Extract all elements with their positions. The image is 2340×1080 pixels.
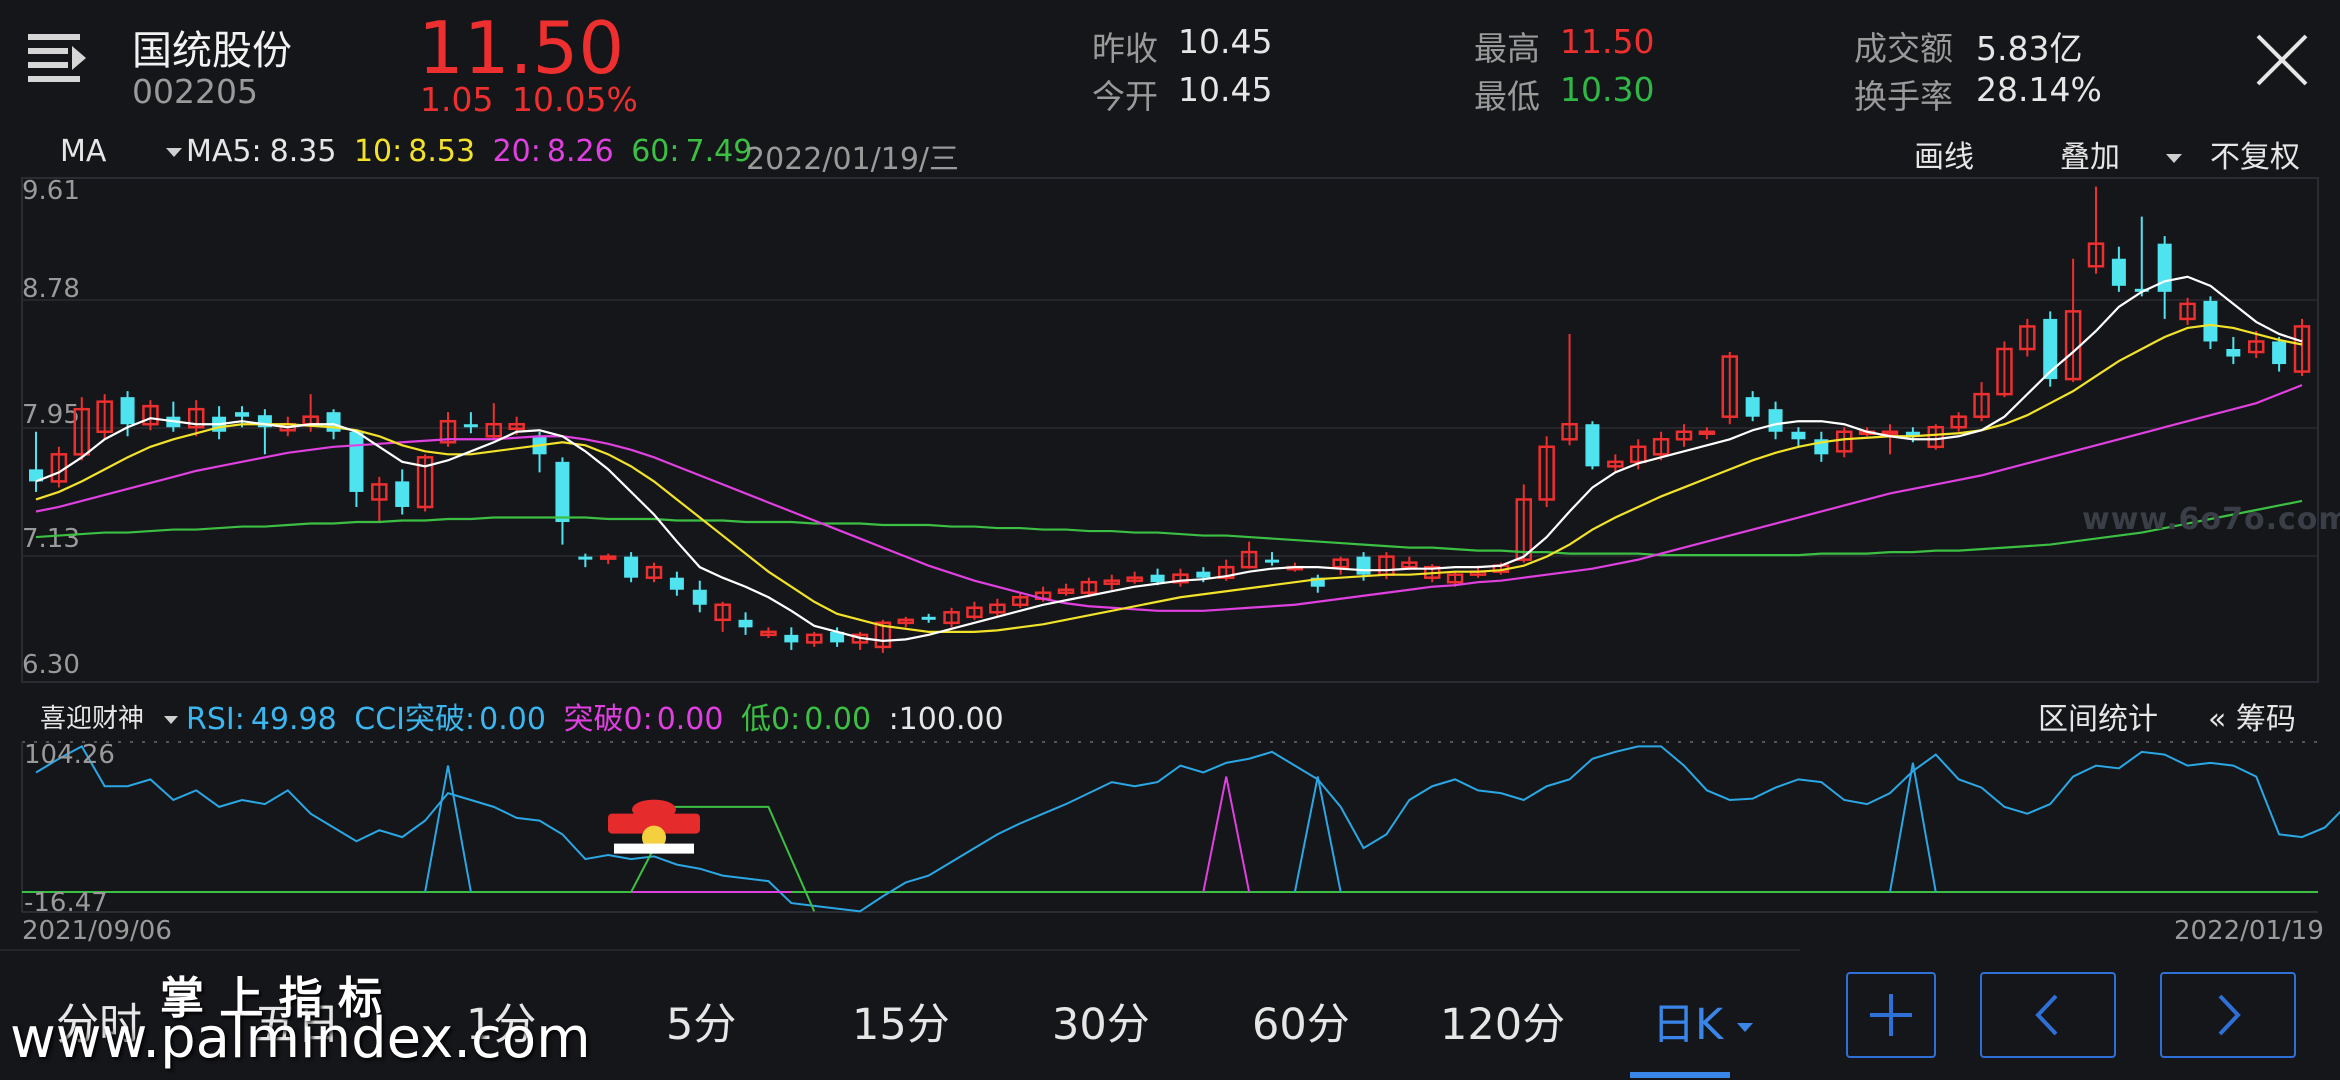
chevron-down-icon <box>1736 1023 1753 1032</box>
ma60-line <box>35 499 2303 557</box>
overlay-url: www.palmindex.com <box>10 1006 591 1071</box>
candle-body <box>1698 430 1716 436</box>
tab-120min[interactable]: 120分 <box>1440 990 1565 1052</box>
candle-body <box>395 481 410 507</box>
rsi-value: 49.98 <box>250 702 337 737</box>
candle-body <box>2203 300 2218 342</box>
tab-daily-label: 日K <box>1652 1000 1724 1050</box>
cci-value: 0.00 <box>479 702 546 737</box>
prev-button[interactable] <box>1980 972 2116 1058</box>
extra-value: :100.00 <box>888 702 1004 737</box>
candle-body <box>624 556 639 578</box>
candle-body <box>738 619 753 628</box>
candle-body <box>1745 397 1760 417</box>
candle-body <box>669 577 684 590</box>
chevron-right-icon <box>2218 994 2241 1036</box>
tab-30min[interactable]: 30分 <box>1052 990 1150 1052</box>
cci-label: CCI突破: <box>354 702 476 737</box>
candle-body <box>1196 571 1211 578</box>
add-button[interactable] <box>1846 972 1936 1058</box>
candle-body <box>2111 258 2126 286</box>
mascot-base <box>614 843 694 854</box>
candle-body <box>1356 556 1371 575</box>
candle-body <box>2226 349 2241 357</box>
chips-button[interactable]: « 筹码 <box>2208 694 2296 738</box>
chevron-left-icon <box>2035 994 2058 1036</box>
cci-spike <box>1889 762 1937 893</box>
candle-body <box>1791 431 1806 440</box>
watermark: www.6o7o.com <box>2082 502 2340 537</box>
sub-indicator-select[interactable]: 喜迎财神 <box>40 698 179 735</box>
sub-indicator-name: 喜迎财神 <box>40 704 145 734</box>
candlestick-chart[interactable] <box>0 0 2340 1080</box>
next-button[interactable] <box>2160 972 2296 1058</box>
tab-daily[interactable]: 日K <box>1652 990 1753 1052</box>
chevron-down-icon <box>164 715 179 724</box>
candle-body <box>1881 430 1899 436</box>
candle-body <box>692 589 707 605</box>
indicator-axis-max: 104.26 <box>24 740 115 770</box>
mascot-hat <box>632 799 676 820</box>
candle-body <box>235 412 249 417</box>
sub-indicator-values: RSI: 49.98 CCI突破: 0.00 突破0: 0.00 低0: 0.00 :1… <box>186 694 1004 738</box>
ma20-line <box>35 384 2303 612</box>
candle-body <box>1585 424 1600 467</box>
break-value: 0.00 <box>656 702 724 737</box>
candle-body <box>555 461 570 523</box>
candle-body <box>2043 318 2058 380</box>
candle-body <box>578 556 593 560</box>
candle-body <box>1768 409 1783 432</box>
active-tab-indicator <box>1630 1072 1730 1078</box>
candle-body <box>463 424 478 428</box>
tab-60min[interactable]: 60分 <box>1252 990 1350 1052</box>
range-stats-button[interactable]: 区间统计 <box>2038 694 2158 738</box>
candle-body <box>599 555 617 560</box>
candle-body <box>2272 341 2287 365</box>
rsi-label: RSI: <box>186 702 245 737</box>
ma5-line <box>35 275 2303 642</box>
indicator-axis-min: -16.47 <box>24 888 108 918</box>
start-date: 2021/09/06 <box>22 916 172 946</box>
cci-spike <box>424 765 472 893</box>
candle-body <box>120 397 135 425</box>
break-spike <box>1202 776 1251 893</box>
break-label: 突破0: <box>563 702 653 737</box>
candle-body <box>1150 574 1165 583</box>
double-chevron-left-icon: « <box>2208 702 2227 737</box>
candle-body <box>921 616 936 620</box>
plus-icon <box>1870 994 1912 1036</box>
rsi-line <box>35 745 2340 913</box>
candle-body <box>349 431 364 492</box>
cci-spike <box>1293 776 1342 893</box>
chips-label: 筹码 <box>2235 702 2296 737</box>
candle-body <box>1265 559 1279 563</box>
tab-5min[interactable]: 5分 <box>666 990 736 1052</box>
low-zero-label: 低0: <box>741 702 801 737</box>
low-zero-value: 0.00 <box>804 702 872 737</box>
price-chart-frame <box>21 177 2319 683</box>
end-date: 2022/01/19 <box>2174 916 2324 946</box>
candle-body <box>784 634 799 643</box>
tab-15min[interactable]: 15分 <box>852 990 950 1052</box>
